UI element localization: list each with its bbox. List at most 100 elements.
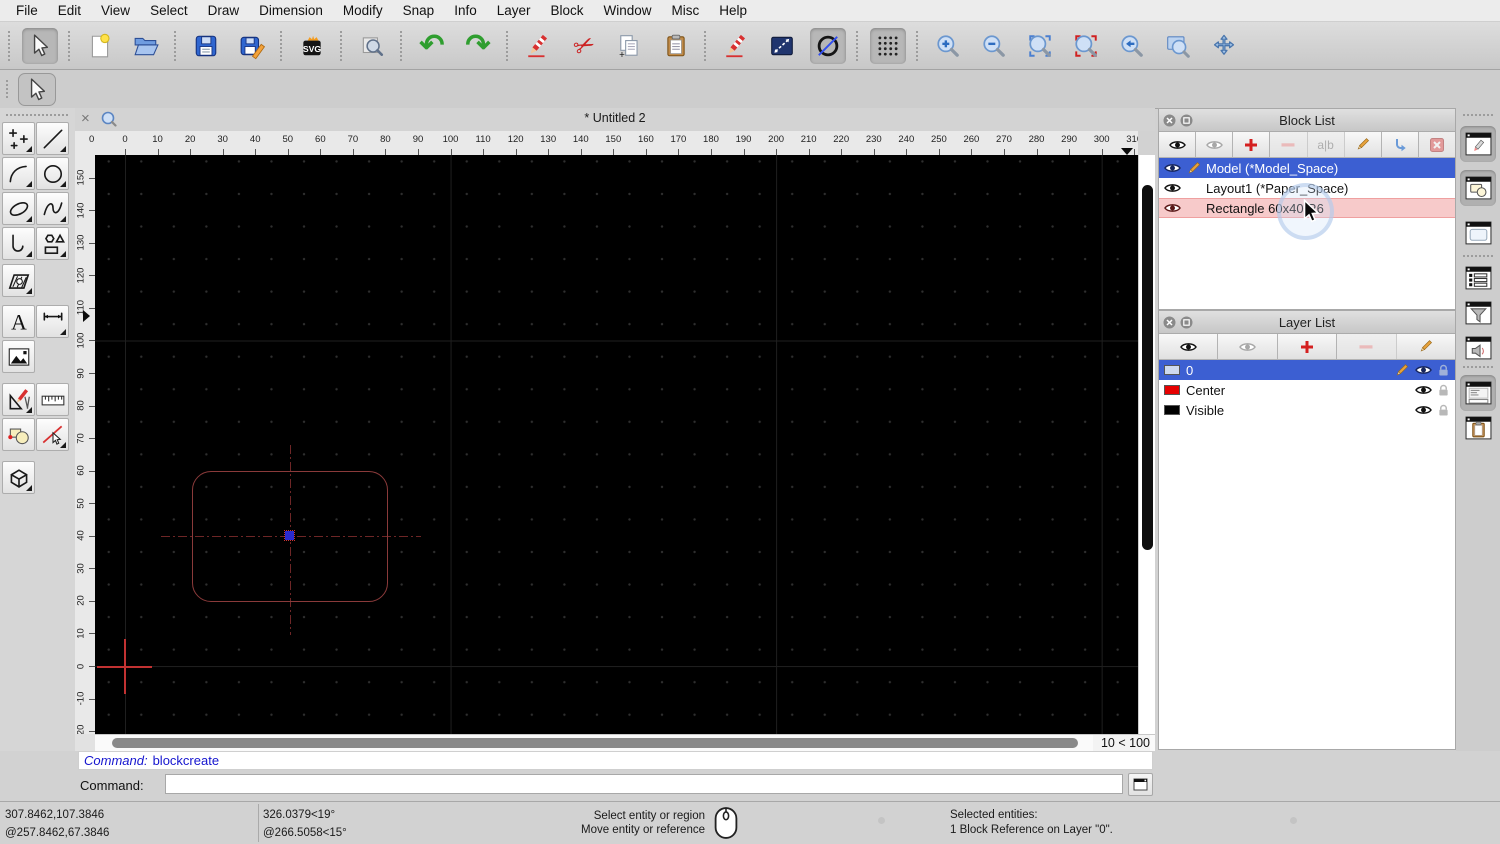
- pan-button[interactable]: [1206, 28, 1242, 64]
- open-document-button[interactable]: [128, 28, 164, 64]
- print-preview-button[interactable]: [354, 28, 390, 64]
- remove-block-button[interactable]: [1270, 132, 1308, 157]
- zoom-out-button[interactable]: [976, 28, 1012, 64]
- layer-list-toggle[interactable]: [1460, 260, 1496, 296]
- modify-tools[interactable]: [2, 383, 35, 416]
- measure-tools[interactable]: [36, 383, 69, 416]
- clipboard-panel-toggle[interactable]: [1460, 410, 1496, 446]
- hide-all-layers-button[interactable]: [1218, 334, 1278, 359]
- text-tool[interactable]: A: [2, 305, 35, 338]
- layer-visibility-eye-icon[interactable]: [1415, 404, 1432, 416]
- line-tools[interactable]: [36, 122, 69, 155]
- close-panel-button[interactable]: [1163, 316, 1176, 329]
- zoom-in-button[interactable]: [930, 28, 966, 64]
- menu-snap[interactable]: Snap: [393, 0, 445, 22]
- shape-tools[interactable]: [36, 227, 69, 260]
- svg-export-button[interactable]: SVG: [294, 28, 330, 64]
- save-button[interactable]: [188, 28, 224, 64]
- ellipse-tools[interactable]: [2, 192, 35, 225]
- edit-block-button[interactable]: [1344, 132, 1382, 157]
- draw-attributes-button[interactable]: [718, 28, 754, 64]
- library-browser-toggle[interactable]: [1460, 215, 1496, 251]
- block-visibility-eye-icon[interactable]: [1164, 162, 1181, 174]
- cut-button[interactable]: ✂: [566, 28, 602, 64]
- show-all-layers-button[interactable]: [1159, 334, 1219, 359]
- menu-edit[interactable]: Edit: [48, 0, 91, 22]
- layer-row[interactable]: 0: [1159, 360, 1455, 380]
- horizontal-scrollbar[interactable]: 10 < 100: [95, 734, 1155, 752]
- layer-lock-icon[interactable]: [1438, 384, 1449, 397]
- show-all-blocks-button[interactable]: [1159, 132, 1197, 157]
- add-layer-button[interactable]: [1277, 334, 1338, 359]
- property-editor-toggle[interactable]: [1460, 126, 1496, 162]
- layer-row[interactable]: Visible: [1159, 400, 1455, 420]
- paste-button[interactable]: [658, 28, 694, 64]
- block-list-toggle[interactable]: [1460, 170, 1496, 206]
- selection-filter-toggle[interactable]: [1460, 295, 1496, 331]
- menu-file[interactable]: File: [6, 0, 48, 22]
- drawing-canvas[interactable]: [95, 155, 1138, 734]
- layer-row[interactable]: Center: [1159, 380, 1455, 400]
- menu-dimension[interactable]: Dimension: [249, 0, 333, 22]
- select-tools[interactable]: [36, 418, 69, 451]
- layer-visibility-eye-icon[interactable]: [1415, 364, 1432, 376]
- menu-draw[interactable]: Draw: [198, 0, 250, 22]
- circle-tools[interactable]: [36, 157, 69, 190]
- add-block-button[interactable]: [1233, 132, 1271, 157]
- image-tool[interactable]: [2, 340, 35, 373]
- layer-lock-icon[interactable]: [1438, 364, 1449, 377]
- menu-modify[interactable]: Modify: [333, 0, 393, 22]
- ortho-restrict-button[interactable]: [764, 28, 800, 64]
- zoom-selection-button[interactable]: [1068, 28, 1104, 64]
- zoom-window-button[interactable]: [1160, 28, 1196, 64]
- construction-mode-button[interactable]: [810, 27, 846, 64]
- menu-select[interactable]: Select: [140, 0, 198, 22]
- block-visibility-eye-icon[interactable]: [1164, 202, 1181, 214]
- vertical-scrollbar[interactable]: [1138, 155, 1155, 734]
- layer-color-swatch[interactable]: [1164, 405, 1180, 415]
- menu-layer[interactable]: Layer: [487, 0, 541, 22]
- copy-button[interactable]: +: [612, 28, 648, 64]
- named-views-toggle[interactable]: [1460, 330, 1496, 366]
- dimension-tools[interactable]: [36, 305, 69, 338]
- auto-zoom-button[interactable]: [1022, 28, 1058, 64]
- layer-color-swatch[interactable]: [1164, 365, 1180, 375]
- point-tools[interactable]: [2, 122, 35, 155]
- edit-layer-button[interactable]: [1396, 334, 1456, 359]
- block-row[interactable]: Model (*Model_Space): [1159, 158, 1455, 178]
- spline-tools[interactable]: [36, 192, 69, 225]
- menu-window[interactable]: Window: [594, 0, 662, 22]
- menu-help[interactable]: Help: [709, 0, 757, 22]
- grid-toggle-button[interactable]: [870, 27, 906, 64]
- reference-point-handle[interactable]: [284, 530, 295, 541]
- block-visibility-eye-icon[interactable]: [1164, 182, 1181, 194]
- hatch-tool[interactable]: [2, 264, 35, 297]
- menu-block[interactable]: Block: [541, 0, 594, 22]
- command-input[interactable]: [165, 774, 1123, 794]
- horizontal-scrollbar-thumb[interactable]: [112, 738, 1078, 748]
- command-line-toggle[interactable]: [1460, 375, 1496, 411]
- vertical-scrollbar-thumb[interactable]: [1142, 185, 1153, 550]
- selection-tool-button[interactable]: [18, 73, 56, 106]
- undo-button[interactable]: ↶: [414, 28, 450, 64]
- arc-tools[interactable]: [2, 157, 35, 190]
- layer-visibility-eye-icon[interactable]: [1415, 384, 1432, 396]
- float-panel-button[interactable]: [1180, 316, 1193, 329]
- polyline-tools[interactable]: [2, 227, 35, 260]
- redo-button[interactable]: ↷: [460, 28, 496, 64]
- hide-all-blocks-button[interactable]: [1196, 132, 1234, 157]
- insert-block-button[interactable]: [1381, 132, 1419, 157]
- snap-tools[interactable]: [2, 418, 35, 451]
- float-panel-button[interactable]: [1180, 114, 1193, 127]
- select-cursor-button[interactable]: [22, 27, 58, 64]
- layer-lock-icon[interactable]: [1438, 404, 1449, 417]
- misc-tools[interactable]: [2, 461, 35, 494]
- menu-misc[interactable]: Misc: [662, 0, 710, 22]
- menu-info[interactable]: Info: [444, 0, 487, 22]
- menu-view[interactable]: View: [91, 0, 140, 22]
- rename-block-button[interactable]: a|b: [1307, 132, 1345, 157]
- delete-button[interactable]: [520, 28, 556, 64]
- layer-color-swatch[interactable]: [1164, 385, 1180, 395]
- close-panel-button[interactable]: [1163, 114, 1176, 127]
- delete-block-contents-button[interactable]: [1418, 132, 1455, 157]
